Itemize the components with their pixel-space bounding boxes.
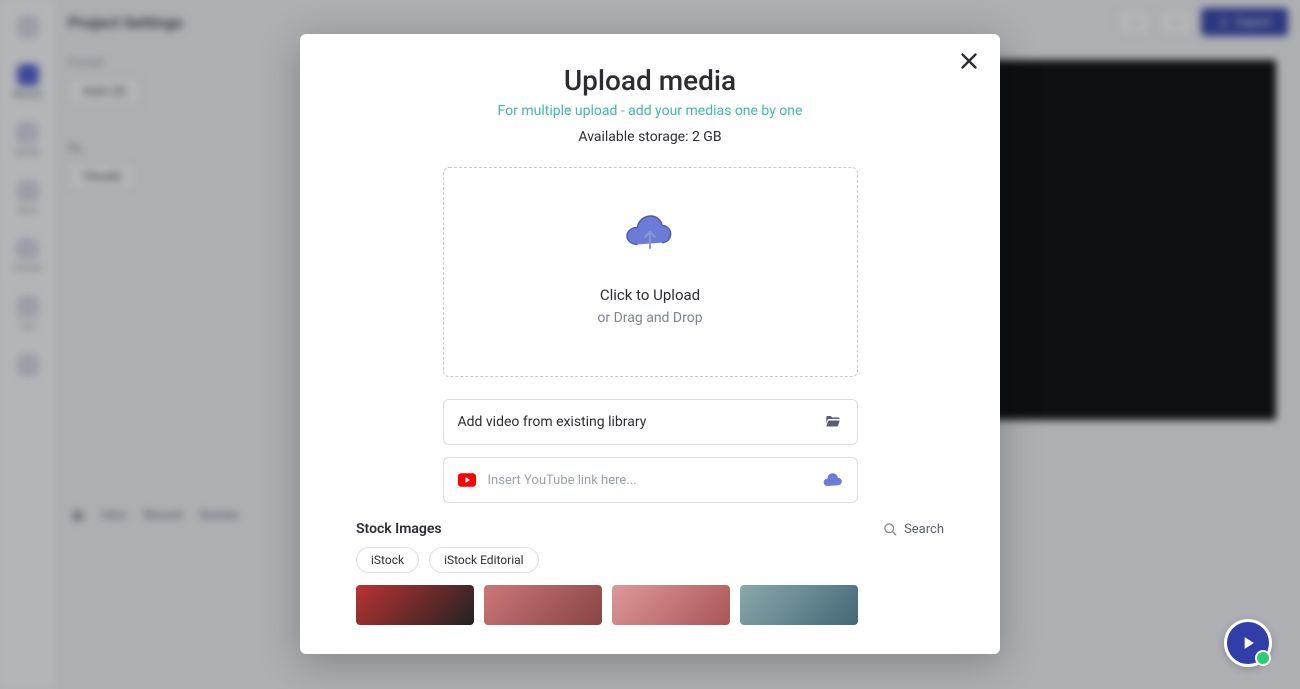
stock-images-heading: Stock Images — [356, 521, 442, 537]
upload-media-modal: Upload media For multiple upload - add y… — [300, 34, 1000, 654]
modal-subtitle: For multiple upload - add your medias on… — [356, 103, 944, 119]
cloud-icon — [823, 472, 843, 488]
storage-value: 2 GB — [692, 129, 722, 145]
dropzone-primary-text: Click to Upload — [454, 286, 847, 304]
stock-thumbnail[interactable] — [740, 585, 858, 625]
stock-pill-istock-editorial[interactable]: iStock Editorial — [429, 547, 539, 573]
add-from-library-row[interactable]: Add video from existing library — [443, 399, 858, 445]
search-icon — [883, 522, 898, 537]
close-icon — [956, 48, 982, 74]
stock-filter-pills: iStock iStock Editorial — [356, 547, 944, 573]
close-button[interactable] — [956, 48, 982, 74]
folder-open-icon — [823, 413, 843, 431]
youtube-icon — [458, 473, 476, 487]
stock-search-button[interactable]: Search — [883, 522, 944, 537]
youtube-link-row[interactable] — [443, 457, 858, 503]
upload-dropzone[interactable]: Click to Upload or Drag and Drop — [443, 167, 858, 377]
play-icon — [1238, 633, 1258, 653]
stock-pill-istock[interactable]: iStock — [356, 547, 419, 573]
youtube-link-input[interactable] — [488, 473, 811, 488]
modal-title: Upload media — [356, 64, 944, 97]
dropzone-secondary-text: or Drag and Drop — [454, 310, 847, 326]
stock-images-header: Stock Images Search — [356, 521, 944, 537]
play-fab-button[interactable] — [1224, 619, 1272, 667]
stock-thumbnail[interactable] — [356, 585, 474, 625]
stock-thumbnails — [356, 585, 944, 625]
library-row-label: Add video from existing library — [458, 414, 811, 430]
stock-thumbnail[interactable] — [484, 585, 602, 625]
storage-info: Available storage: 2 GB — [356, 129, 944, 145]
cloud-upload-icon — [626, 214, 674, 258]
stock-thumbnail[interactable] — [612, 585, 730, 625]
